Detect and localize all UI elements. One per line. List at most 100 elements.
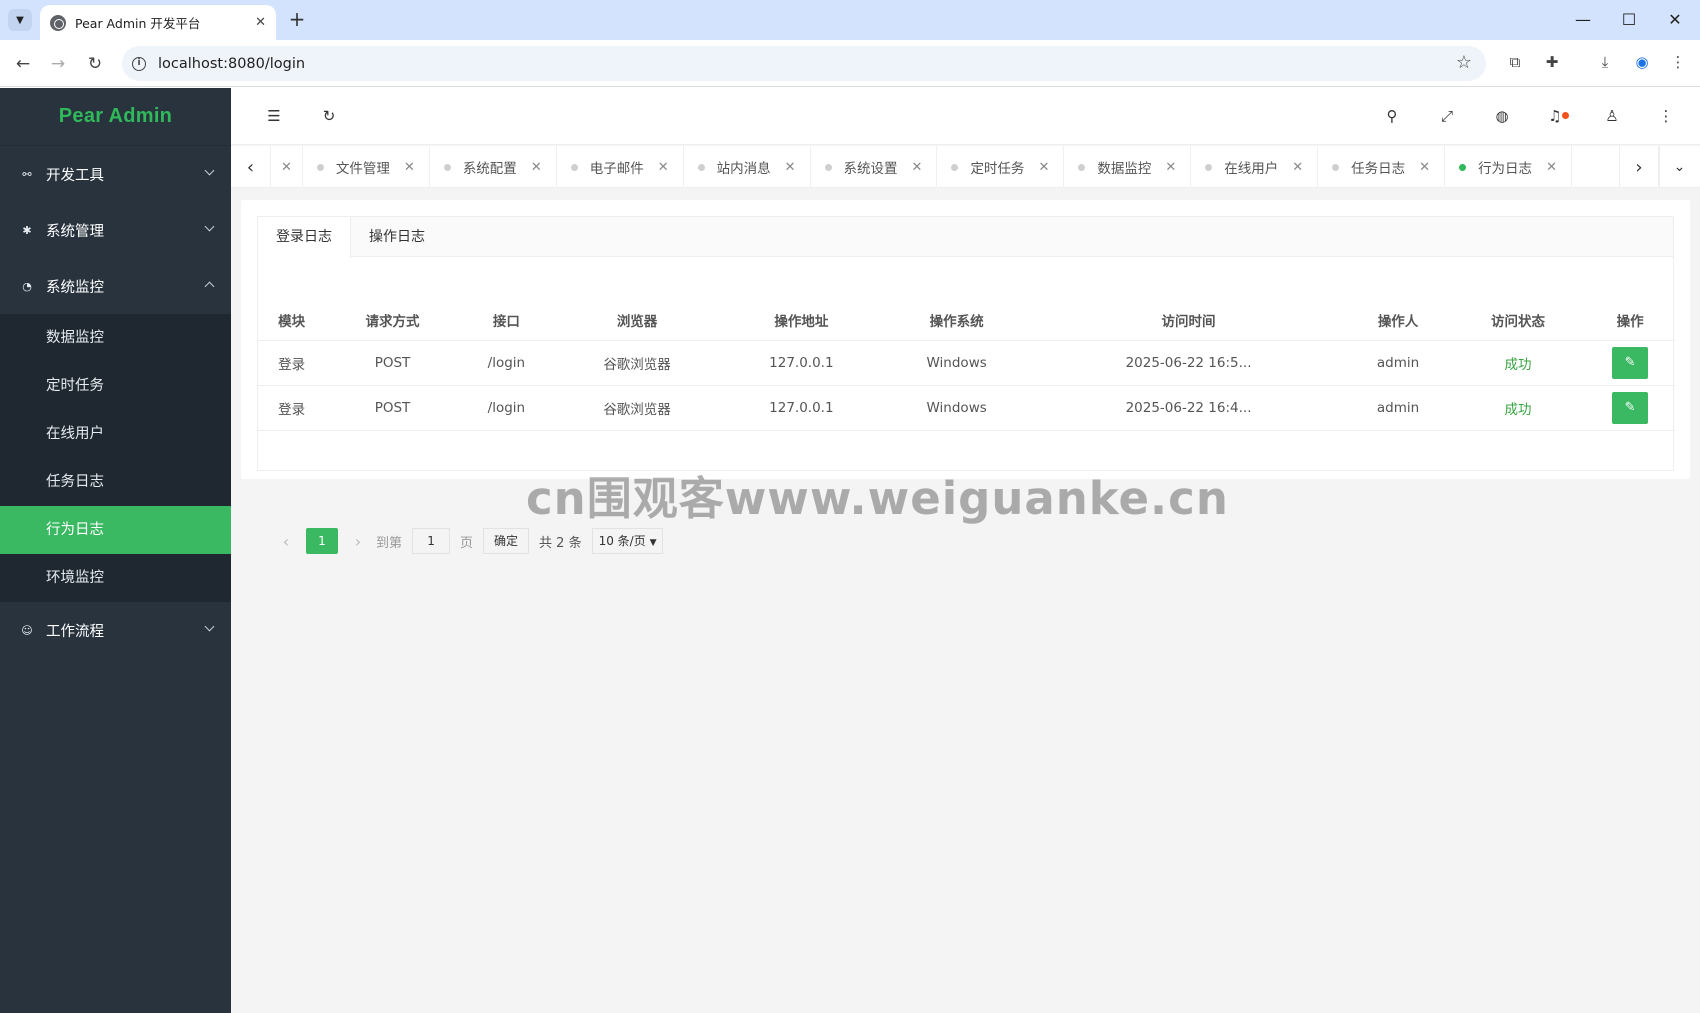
page-tab[interactable]: 在线用户 ✕ [1191, 146, 1319, 188]
page-tab[interactable]: 电子邮件 ✕ [557, 146, 684, 188]
tab-login-log[interactable]: 登录日志 [258, 217, 351, 258]
pagination: ‹ 1 › 到第 1 页 确定 共 2 条 10 条/页 ▼ [274, 528, 664, 554]
tab-dot [316, 163, 324, 171]
goto-label: 到第 [376, 535, 403, 551]
browser-tab-title: Pear Admin 开发平台 [75, 16, 201, 31]
column-header: 操作人 [1345, 300, 1451, 341]
close-icon[interactable]: ✕ [658, 160, 669, 175]
forward-button[interactable]: → [45, 51, 71, 77]
search-icon[interactable]: ⚲ [1381, 105, 1403, 127]
fullscreen-icon[interactable]: ⤢ [1436, 105, 1458, 127]
site-info-icon[interactable]: i [132, 56, 146, 71]
close-icon[interactable]: ✕ [785, 160, 796, 175]
sidebar-item-data-monitor[interactable]: 数据监控 [0, 314, 231, 362]
dashboard-icon: ◔ [22, 279, 32, 293]
page-tab[interactable]: 系统设置 ✕ [811, 146, 938, 188]
edit-button[interactable]: ✎ [1612, 391, 1649, 424]
chevron-down-icon [204, 165, 215, 176]
goto-page-input[interactable]: 1 [412, 528, 451, 554]
profile-icon[interactable]: ◉ [1630, 50, 1654, 74]
more-icon[interactable]: ⋮ [1655, 105, 1677, 127]
cell-browser: 谷歌浏览器 [553, 385, 722, 431]
page-size-select[interactable]: 10 条/页 ▼ [591, 528, 664, 554]
download-icon[interactable]: ⤓ [1593, 50, 1617, 74]
sidebar-item-online-users[interactable]: 在线用户 [0, 410, 231, 458]
prev-page-icon[interactable]: ‹ [274, 532, 298, 551]
tab-dot [1332, 163, 1340, 171]
close-icon[interactable]: ✕ [531, 160, 542, 175]
collapse-menu-icon[interactable]: ☰ [263, 105, 285, 127]
sidebar-item-env-monitor[interactable]: 环境监控 [0, 554, 231, 602]
cell-operator: admin [1345, 340, 1451, 386]
screenshot-icon[interactable]: ⧉ [1503, 50, 1527, 74]
refresh-icon[interactable]: ↻ [318, 105, 340, 127]
menu-group-label: 系统监控 [46, 279, 104, 296]
close-tab-icon[interactable]: ✕ [255, 15, 266, 30]
new-tab-button[interactable]: + [285, 8, 309, 32]
tabs-scroll-left-icon[interactable]: ‹ [231, 146, 271, 188]
page-tab[interactable]: 数据监控 ✕ [1064, 146, 1192, 188]
menu-group-workflow[interactable]: ☺ 工作流程 [0, 602, 231, 658]
bookmark-star-icon[interactable]: ☆ [1456, 52, 1472, 73]
tabs-scroll-right-icon[interactable]: › [1619, 146, 1659, 188]
cell-module: 登录 [258, 385, 326, 431]
user-icon[interactable]: ♙ [1601, 105, 1623, 127]
browser-menu-icon[interactable]: ⋮ [1666, 50, 1690, 74]
close-icon[interactable]: ✕ [1546, 160, 1557, 175]
sidebar-item-scheduled-tasks[interactable]: 定时任务 [0, 362, 231, 410]
notification-dot [1562, 112, 1569, 119]
cell-actions: ✎ [1585, 340, 1675, 386]
browser-tab[interactable]: Pear Admin 开发平台 ✕ [40, 5, 276, 40]
tab-dot [570, 163, 578, 171]
url-text: localhost:8080/login [158, 55, 306, 72]
tab-search-button[interactable]: ▼ [8, 9, 32, 31]
tabs-menu-chevron-icon[interactable]: ⌄ [1659, 146, 1699, 188]
page-tab-active[interactable]: 行为日志 ✕ [1445, 146, 1572, 188]
page-tab-label: 文件管理 [335, 161, 390, 177]
back-button[interactable]: ← [10, 51, 36, 77]
reload-button[interactable]: ↻ [82, 51, 108, 77]
page-tab-label: 在线用户 [1224, 161, 1279, 177]
page-tab-hidden[interactable]: ✕ [271, 146, 303, 188]
page-tab[interactable]: 任务日志 ✕ [1318, 146, 1446, 188]
close-icon[interactable]: ✕ [1165, 160, 1176, 175]
menu-group-system-monitor[interactable]: ◔ 系统监控 [0, 258, 231, 314]
close-icon[interactable]: ✕ [912, 160, 923, 175]
omnibox[interactable]: i localhost:8080/login ☆ [122, 46, 1486, 81]
globe-icon[interactable]: ◍ [1491, 105, 1513, 127]
page-tab-label: 系统配置 [462, 161, 517, 177]
page-tab[interactable]: 站内消息 ✕ [684, 146, 811, 188]
edit-button[interactable]: ✎ [1612, 346, 1649, 379]
cell-os: Windows [881, 385, 1032, 431]
column-header: 浏览器 [553, 300, 722, 341]
page-tab[interactable]: 文件管理 ✕ [303, 146, 430, 188]
cell-address: 127.0.0.1 [721, 340, 882, 386]
close-icon[interactable]: ✕ [1292, 160, 1303, 175]
page-tab-list: ✕ 文件管理 ✕ 系统配置 ✕ 电子邮件 ✕ 站内消息 ✕ 系统设置 ✕ 定时任务 ✕ 数据监控 ✕ 在线用户… [271, 146, 1619, 188]
close-window-button[interactable]: ✕ [1660, 8, 1690, 32]
maximize-button[interactable]: ☐ [1614, 8, 1644, 32]
extensions-icon[interactable]: ✚ [1540, 50, 1564, 74]
current-page[interactable]: 1 [306, 528, 338, 554]
close-icon[interactable]: ✕ [1038, 160, 1049, 175]
close-icon[interactable]: ✕ [281, 160, 292, 175]
page-tab-label: 定时任务 [970, 161, 1025, 177]
minimize-button[interactable]: — [1568, 8, 1598, 32]
tab-operation-log[interactable]: 操作日志 [351, 217, 443, 257]
confirm-button[interactable]: 确定 [483, 528, 530, 554]
cell-status: 成功 [1450, 340, 1586, 386]
menu-group-system-management[interactable]: ✱ 系统管理 [0, 202, 231, 258]
tab-dot [951, 163, 959, 171]
close-icon[interactable]: ✕ [1419, 160, 1430, 175]
next-page-icon[interactable]: › [346, 532, 370, 551]
top-toolbar: ☰ ↻ ⚲ ⤢ ◍ ♫ ♙ ⋮ [231, 88, 1700, 145]
chevron-down-icon: ▼ [16, 14, 24, 26]
sidebar-item-task-log[interactable]: 任务日志 [0, 458, 231, 506]
menu-group-dev-tools[interactable]: ⚯ 开发工具 [0, 146, 231, 202]
page-tab[interactable]: 定时任务 ✕ [937, 146, 1065, 188]
sidebar-item-behavior-log[interactable]: 行为日志 [0, 506, 231, 554]
close-icon[interactable]: ✕ [404, 160, 415, 175]
cell-module: 登录 [258, 340, 326, 386]
cell-operator: admin [1345, 385, 1451, 431]
page-tab[interactable]: 系统配置 ✕ [430, 146, 557, 188]
